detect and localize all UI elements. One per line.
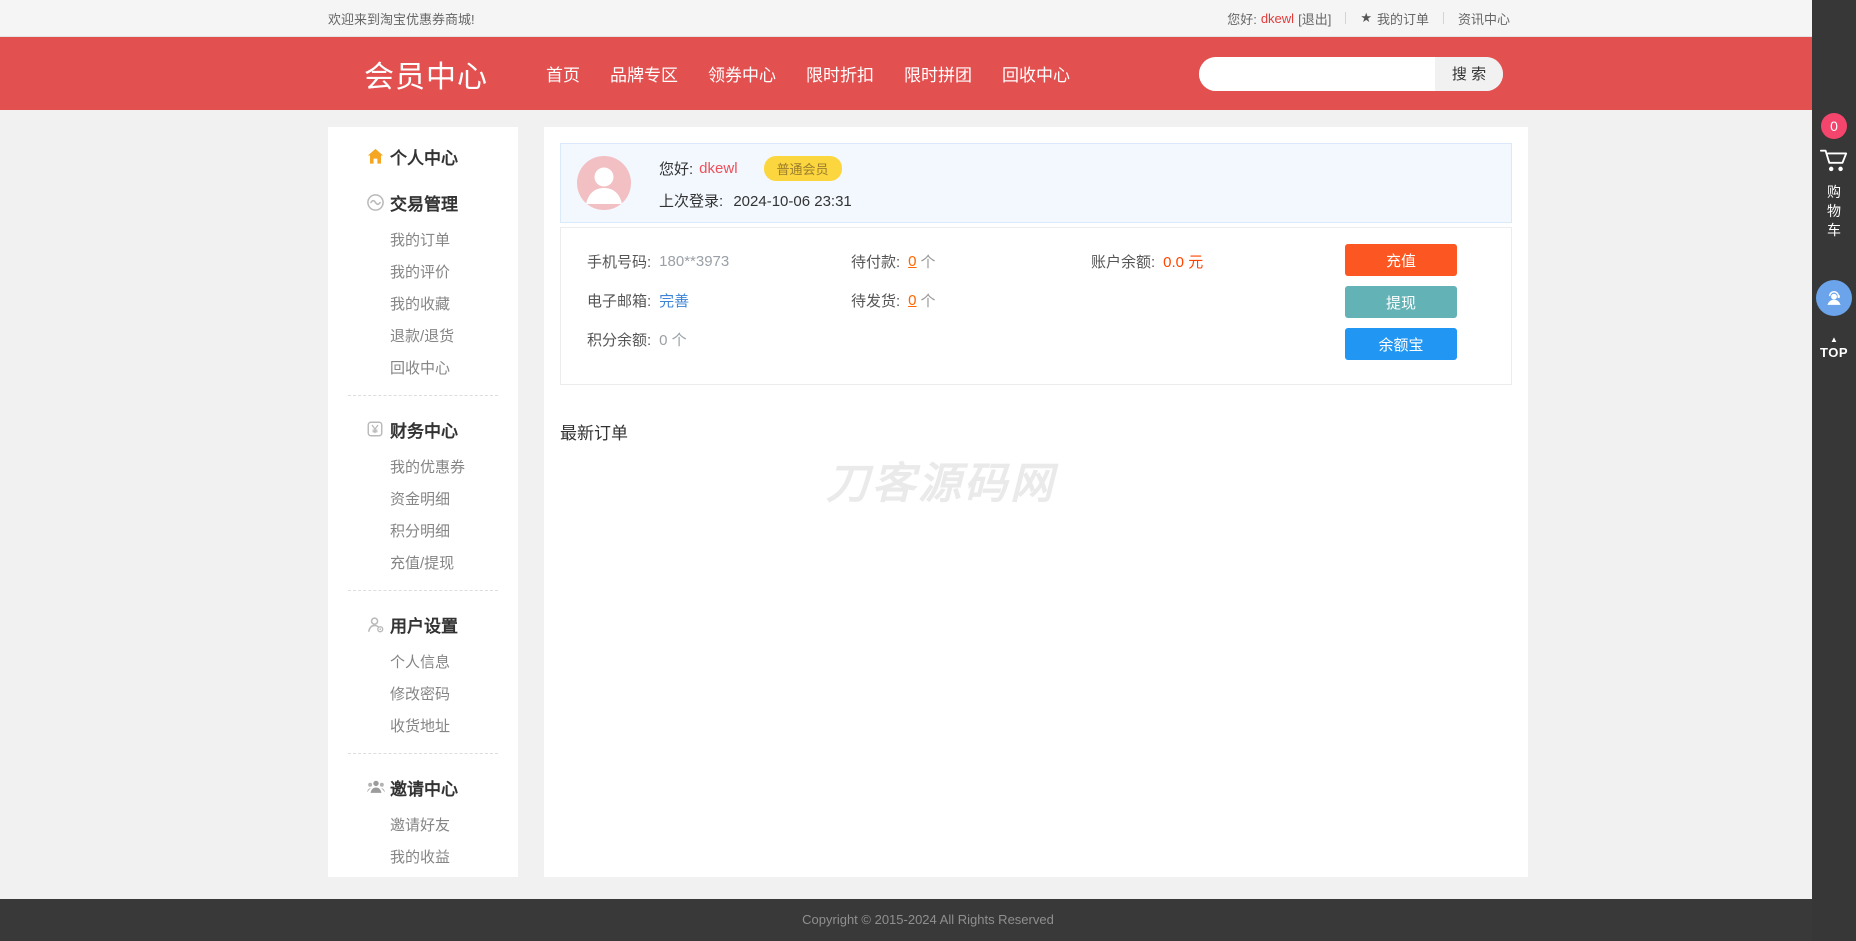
topbar-my-orders-link[interactable]: 我的订单: [1377, 9, 1429, 28]
main-nav: 首页 品牌专区 领券中心 限时折扣 限时拼团 回收中心: [546, 61, 1100, 86]
pending-payment-count[interactable]: 0: [908, 253, 916, 270]
user-card: 您好: dkewl 普通会员 上次登录: 2024-10-06 23:31: [560, 143, 1512, 223]
back-to-top-button[interactable]: ▲ TOP: [1812, 336, 1856, 362]
nav-home[interactable]: 首页: [546, 61, 580, 86]
cart-count-badge: 0: [1821, 113, 1847, 139]
divider: [348, 590, 498, 591]
sidebar-item-points-detail[interactable]: 积分明细: [328, 516, 518, 548]
profile-username: dkewl: [699, 160, 737, 177]
nav-group-buy[interactable]: 限时拼团: [904, 61, 972, 86]
sidebar-item-my-earnings[interactable]: 我的收益: [328, 842, 518, 874]
sidebar-section-personal-center[interactable]: 个人中心: [328, 133, 518, 179]
sidebar-section-title: 邀请中心: [390, 775, 458, 800]
search-bar: 搜 索: [1199, 57, 1503, 91]
customer-service-icon[interactable]: [1816, 280, 1852, 316]
topbar-news-link[interactable]: 资讯中心: [1458, 9, 1510, 28]
home-icon: [366, 147, 390, 166]
welcome-text: 欢迎来到淘宝优惠券商城!: [328, 9, 475, 28]
sidebar-section-finance-center[interactable]: 财务中心: [328, 406, 518, 452]
up-arrow-icon: ▲: [1812, 336, 1856, 344]
transactions-icon: [366, 193, 390, 212]
main-panel: 您好: dkewl 普通会员 上次登录: 2024-10-06 23:31 手机…: [544, 127, 1528, 877]
pending-shipment-count[interactable]: 0: [908, 292, 916, 309]
star-icon: ★: [1360, 10, 1372, 26]
finance-icon: [366, 420, 390, 438]
search-input[interactable]: [1199, 57, 1435, 91]
sidebar-item-my-reviews[interactable]: 我的评价: [328, 257, 518, 289]
nav-coupon-center[interactable]: 领券中心: [708, 61, 776, 86]
topbar-username[interactable]: dkewl: [1261, 11, 1294, 26]
greeting-label: 您好:: [1227, 9, 1257, 28]
nav-brands[interactable]: 品牌专区: [610, 61, 678, 86]
phone-label: 手机号码:: [587, 251, 651, 272]
yuebao-button[interactable]: 余额宝: [1345, 328, 1457, 360]
balance-label: 账户余额:: [1091, 251, 1155, 272]
logout-link[interactable]: [退出]: [1298, 9, 1331, 28]
points-value: 0 个: [659, 329, 687, 350]
last-login-label: 上次登录:: [659, 193, 723, 210]
avatar: [577, 156, 631, 210]
main-header: 会员中心 首页 品牌专区 领券中心 限时折扣 限时拼团 回收中心 搜 索: [0, 37, 1856, 110]
user-settings-icon: [366, 615, 390, 634]
sidebar-item-recharge-withdraw[interactable]: 充值/提现: [328, 548, 518, 580]
phone-value: 180**3973: [659, 253, 729, 270]
sidebar-item-personal-info[interactable]: 个人信息: [328, 647, 518, 679]
search-button[interactable]: 搜 索: [1435, 57, 1503, 91]
sidebar-item-change-password[interactable]: 修改密码: [328, 679, 518, 711]
sidebar-item-my-favorites[interactable]: 我的收藏: [328, 289, 518, 321]
withdraw-button[interactable]: 提现: [1345, 286, 1457, 318]
pending-payment-label: 待付款:: [851, 251, 900, 272]
site-logo[interactable]: 会员中心: [364, 52, 488, 96]
copyright-text: Copyright © 2015-2024 All Rights Reserve…: [802, 912, 1054, 927]
sidebar-section-user-settings[interactable]: 用户设置: [328, 601, 518, 647]
email-label: 电子邮箱:: [587, 290, 651, 311]
sidebar: 个人中心 交易管理 我的订单 我的评价 我的收藏 退款/退货 回收中心 财务中心…: [328, 127, 518, 877]
nav-flash-discount[interactable]: 限时折扣: [806, 61, 874, 86]
right-utility-rail: 0 购物车 ▲ TOP: [1812, 0, 1856, 941]
divider: [1345, 12, 1346, 24]
recharge-button[interactable]: 充值: [1345, 244, 1457, 276]
sidebar-section-title: 财务中心: [390, 417, 458, 442]
divider: [348, 753, 498, 754]
sidebar-section-title: 交易管理: [390, 190, 458, 215]
account-stats: 手机号码: 180**3973 电子邮箱: 完善 积分余额: 0 个: [560, 227, 1512, 385]
sidebar-section-title: 用户设置: [390, 612, 458, 637]
sidebar-section-trade-management[interactable]: 交易管理: [328, 179, 518, 225]
last-login-value: 2024-10-06 23:31: [733, 193, 851, 210]
pending-shipment-label: 待发货:: [851, 290, 900, 311]
sidebar-item-my-orders[interactable]: 我的订单: [328, 225, 518, 257]
divider: [348, 395, 498, 396]
cart-icon[interactable]: [1819, 145, 1849, 180]
top-label: TOP: [1820, 345, 1848, 360]
sidebar-item-refund-return[interactable]: 退款/退货: [328, 321, 518, 353]
email-complete-link[interactable]: 完善: [659, 290, 689, 311]
divider: [1443, 12, 1444, 24]
greeting-label: 您好:: [659, 158, 693, 179]
sidebar-item-recycle-center[interactable]: 回收中心: [328, 353, 518, 385]
sidebar-item-funds-detail[interactable]: 资金明细: [328, 484, 518, 516]
points-label: 积分余额:: [587, 329, 651, 350]
balance-value: 0.0 元: [1163, 251, 1203, 272]
pending-payment-unit: 个: [921, 251, 936, 272]
sidebar-section-invite-center[interactable]: 邀请中心: [328, 764, 518, 810]
watermark-text: 刀客源码网: [826, 449, 1056, 511]
invite-icon: [366, 778, 390, 796]
member-level-badge: 普通会员: [764, 156, 842, 181]
nav-recycle-center[interactable]: 回收中心: [1002, 61, 1070, 86]
sidebar-item-invite-friends[interactable]: 邀请好友: [328, 810, 518, 842]
sidebar-item-my-coupons[interactable]: 我的优惠券: [328, 452, 518, 484]
latest-orders-title: 最新订单: [560, 419, 1512, 444]
pending-shipment-unit: 个: [921, 290, 936, 311]
footer: Copyright © 2015-2024 All Rights Reserve…: [0, 899, 1856, 941]
sidebar-item-shipping-address[interactable]: 收货地址: [328, 711, 518, 743]
topbar: 欢迎来到淘宝优惠券商城! 您好: dkewl [退出] ★ 我的订单 资讯中心: [0, 0, 1856, 37]
cart-label[interactable]: 购物车: [1812, 183, 1856, 240]
sidebar-section-title: 个人中心: [390, 144, 458, 169]
